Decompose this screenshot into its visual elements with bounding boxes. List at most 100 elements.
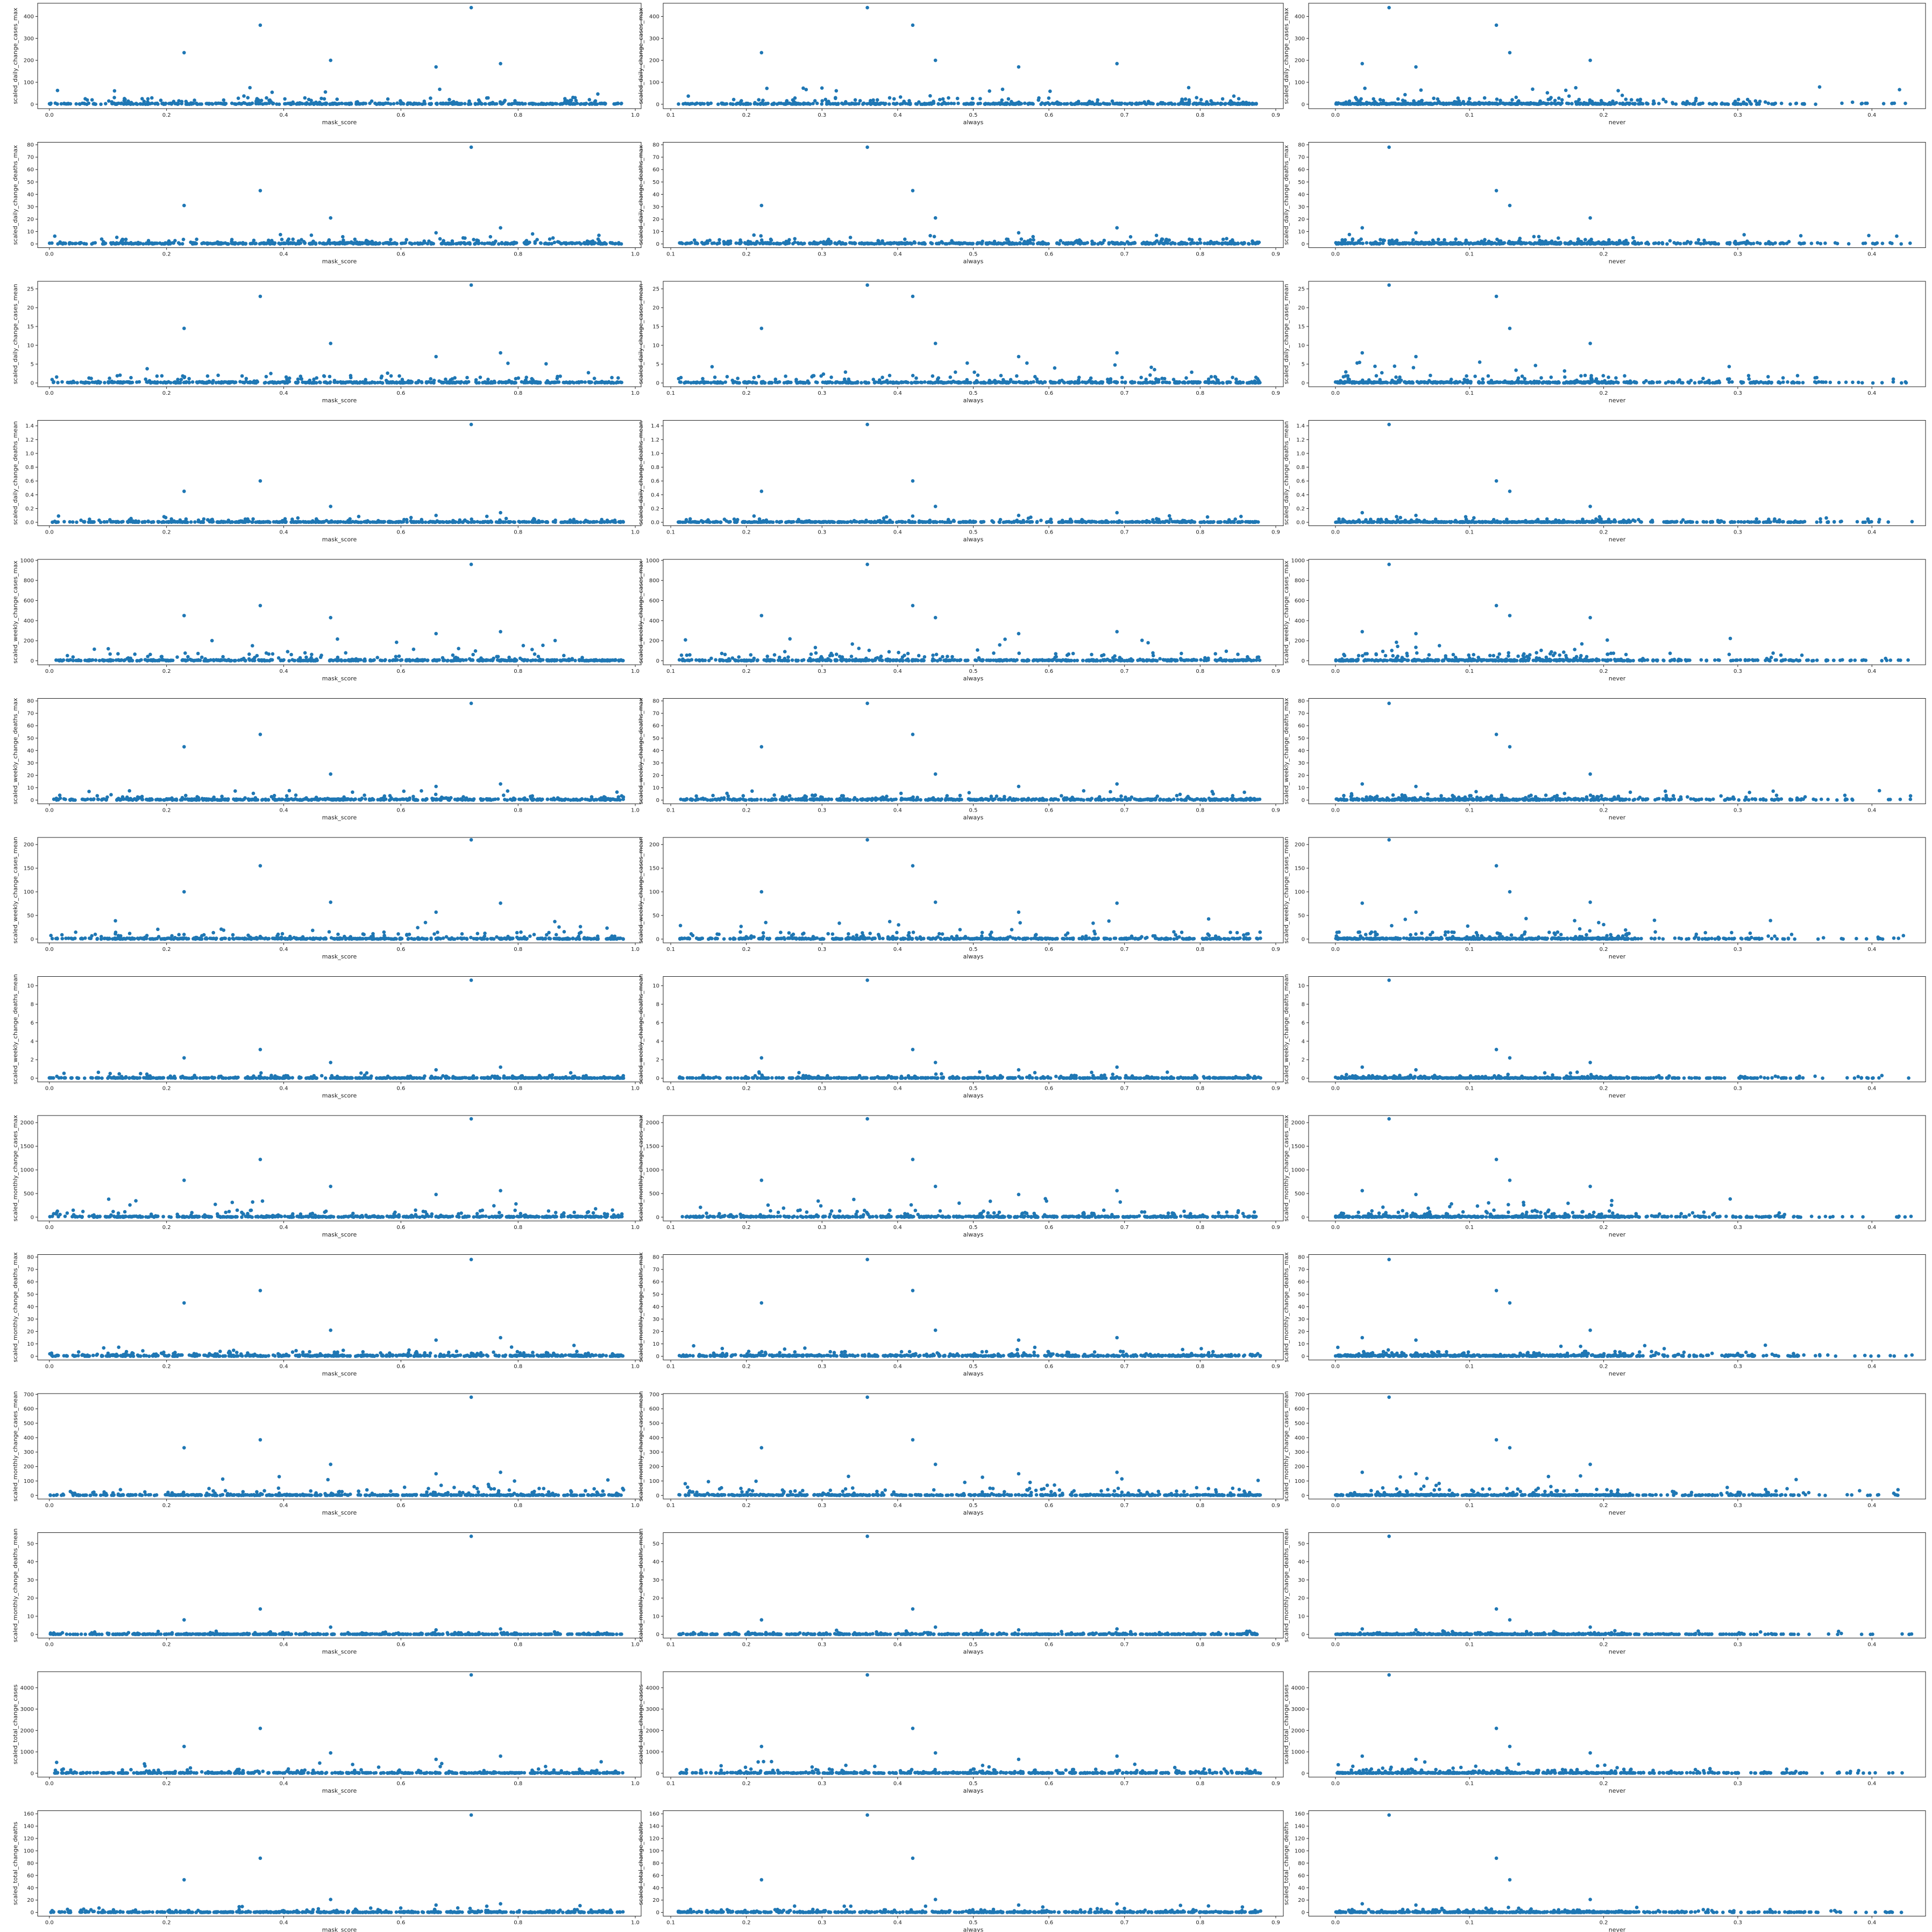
- scatter-point: [1103, 239, 1106, 243]
- scatter-point: [1057, 242, 1061, 246]
- scatter-point: [1241, 101, 1245, 104]
- scatter-point: [1771, 242, 1775, 246]
- scatter-point: [120, 102, 124, 105]
- scatter-point: [1606, 103, 1610, 106]
- scatter-point: [444, 378, 448, 381]
- scatter-point: [442, 239, 445, 243]
- scatter-point: [1423, 102, 1427, 106]
- scatter-point: [1468, 242, 1472, 246]
- x-axis-label: always: [963, 258, 984, 265]
- scatter-point: [847, 378, 851, 381]
- scatter-point: [955, 242, 959, 245]
- scatter-point: [344, 381, 347, 385]
- scatter-point: [1133, 241, 1137, 245]
- x-tick-label: 0.4: [280, 112, 288, 118]
- scatter-point: [1190, 380, 1194, 384]
- x-tick-label: 0.3: [1734, 390, 1742, 396]
- scatter-point: [1553, 99, 1557, 103]
- scatter-point: [722, 240, 726, 244]
- scatter-point: [1717, 242, 1721, 246]
- scatter-point: [453, 376, 457, 380]
- y-tick-label: 60: [652, 167, 659, 173]
- scatter-point: [285, 375, 288, 379]
- scatter-point: [937, 102, 941, 106]
- scatter-point: [911, 295, 915, 299]
- scatter-point: [1758, 100, 1762, 103]
- scatter-point: [85, 103, 89, 106]
- x-tick-label: 1.0: [631, 390, 640, 396]
- scatter-point: [325, 381, 329, 385]
- scatter-point: [1184, 102, 1188, 105]
- scatter-point: [1702, 239, 1706, 243]
- scatter-point: [269, 372, 273, 375]
- scatter-point: [1213, 102, 1217, 105]
- scatter-point: [288, 380, 292, 383]
- scatter-point: [211, 379, 215, 383]
- scatter-point: [329, 342, 332, 345]
- scatter-point: [176, 378, 180, 381]
- scatter-point: [1483, 96, 1487, 100]
- scatter-point: [1519, 102, 1523, 105]
- scatter-point: [205, 242, 209, 246]
- y-tick-label: 200: [1295, 58, 1305, 64]
- scatter-point: [685, 102, 688, 106]
- x-tick-label: 0.0: [1331, 390, 1340, 396]
- scatter-point: [976, 373, 980, 377]
- scatter-point: [835, 380, 839, 384]
- scatter-point: [1758, 242, 1762, 245]
- scatter-point: [860, 242, 863, 246]
- scatter-point: [1360, 62, 1364, 66]
- scatter-point: [720, 102, 724, 106]
- scatter-point: [1015, 374, 1019, 378]
- scatter-point: [1225, 381, 1229, 385]
- scatter-point: [48, 102, 52, 106]
- scatter-point: [1001, 88, 1005, 91]
- scatter-point: [298, 101, 302, 105]
- scatter-point: [757, 375, 761, 379]
- scatter-point: [587, 371, 591, 375]
- scatter-point: [1154, 377, 1158, 381]
- scatter-point: [267, 98, 271, 102]
- scatter-point: [114, 242, 118, 246]
- scatter-point: [329, 59, 332, 62]
- panel-r1-c2: 0.0 0.1 0.2 0.3 0.4never01020304050607080sca…: [1283, 143, 1926, 265]
- y-tick-label: 10: [27, 229, 34, 235]
- scatter-point: [596, 237, 600, 241]
- scatter-point: [112, 96, 116, 100]
- scatter-point: [470, 283, 473, 287]
- scatter-point: [1495, 97, 1499, 101]
- scatter-point: [1164, 380, 1168, 384]
- scatter-point: [877, 381, 880, 385]
- scatter-point: [497, 242, 501, 246]
- scatter-point: [784, 242, 787, 246]
- scatter-point: [1110, 240, 1114, 244]
- scatter-point: [563, 97, 567, 101]
- axes-frame: [38, 143, 641, 248]
- scatter-point: [1564, 89, 1568, 93]
- scatter-point: [1387, 6, 1391, 10]
- scatter-point: [932, 100, 935, 103]
- x-tick-label: 1.0: [631, 252, 640, 258]
- scatter-point: [1214, 375, 1218, 379]
- scatter-point: [344, 242, 348, 245]
- scatter-point: [243, 102, 247, 105]
- scatter-point: [429, 381, 433, 385]
- scatter-point: [257, 98, 260, 102]
- scatter-point: [438, 88, 442, 91]
- scatter-point: [693, 102, 697, 106]
- scatter-point: [1742, 233, 1746, 237]
- scatter-point: [882, 102, 885, 105]
- y-axis-label: scaled_daily_change_deaths_max: [12, 145, 19, 245]
- scatter-point: [747, 380, 751, 384]
- scatter-point: [971, 102, 975, 105]
- scatter-point: [1109, 378, 1112, 382]
- scatter-point: [571, 96, 575, 100]
- scatter-point: [126, 100, 130, 103]
- scatter-point: [303, 96, 307, 100]
- scatter-point: [556, 375, 559, 379]
- scatter-point: [1337, 101, 1340, 105]
- scatter-point: [184, 100, 188, 103]
- scatter-point: [965, 361, 969, 365]
- scatter-point: [265, 96, 268, 100]
- scatter-point: [425, 381, 429, 385]
